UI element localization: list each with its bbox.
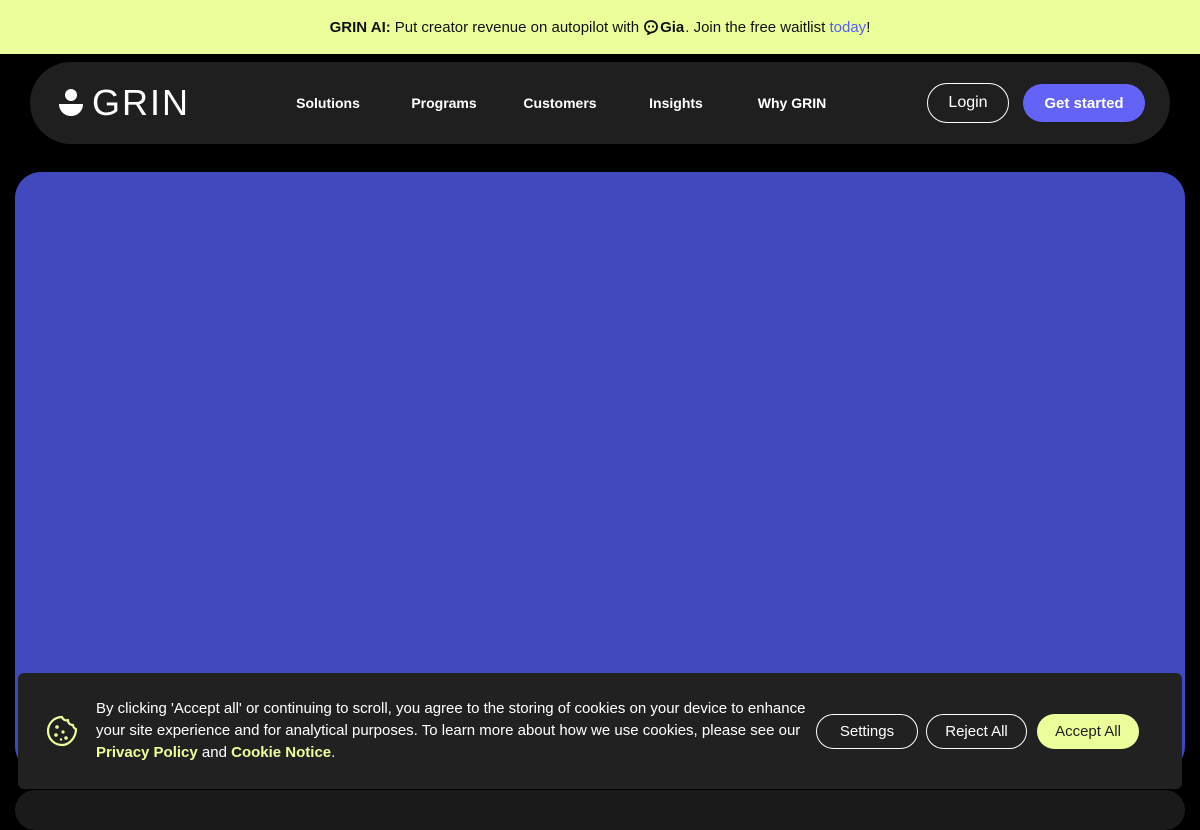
announcement-text-after: . Join the free waitlist [685,18,826,36]
announcement-text: Put creator revenue on autopilot with [394,18,640,36]
announcement-text-end: ! [866,18,871,36]
announcement-brand: GRIN AI: [329,18,391,36]
cookie-settings-button[interactable]: Settings [816,714,918,749]
privacy-policy-link[interactable]: Privacy Policy [96,744,198,761]
grin-logo[interactable]: GRIN [58,84,190,122]
next-section-panel [15,790,1185,830]
cookie-text-end: . [331,744,336,761]
cookie-text-and: and [201,744,227,761]
nav-menu: Solutions Programs Customers Insights Wh… [270,62,850,144]
grin-smile-icon [59,89,83,116]
cookie-notice-link[interactable]: Cookie Notice [231,744,331,761]
announcement-bar: GRIN AI: Put creator revenue on autopilo… [0,0,1200,54]
nav-item-programs[interactable]: Programs [386,95,502,111]
nav-item-solutions[interactable]: Solutions [270,95,386,111]
accept-all-button[interactable]: Accept All [1037,714,1139,749]
cookie-icon [46,715,78,747]
reject-all-button[interactable]: Reject All [926,714,1027,749]
login-button[interactable]: Login [927,83,1009,123]
cookie-message: By clicking 'Accept all' or continuing t… [96,698,812,764]
get-started-button[interactable]: Get started [1023,84,1145,122]
gia-name: Gia [660,18,685,36]
nav-item-customers[interactable]: Customers [502,95,618,111]
cookie-banner: By clicking 'Accept all' or continuing t… [18,673,1182,789]
cookie-text-body: By clicking 'Accept all' or continuing t… [96,700,806,739]
gia-logo-icon: Gia [644,19,684,36]
main-navigation: GRIN Solutions Programs Customers Insigh… [30,62,1170,144]
logo-wordmark: GRIN [92,82,190,123]
waitlist-link[interactable]: today [829,19,866,36]
nav-item-why-grin[interactable]: Why GRIN [734,95,850,111]
nav-item-insights[interactable]: Insights [618,95,734,111]
